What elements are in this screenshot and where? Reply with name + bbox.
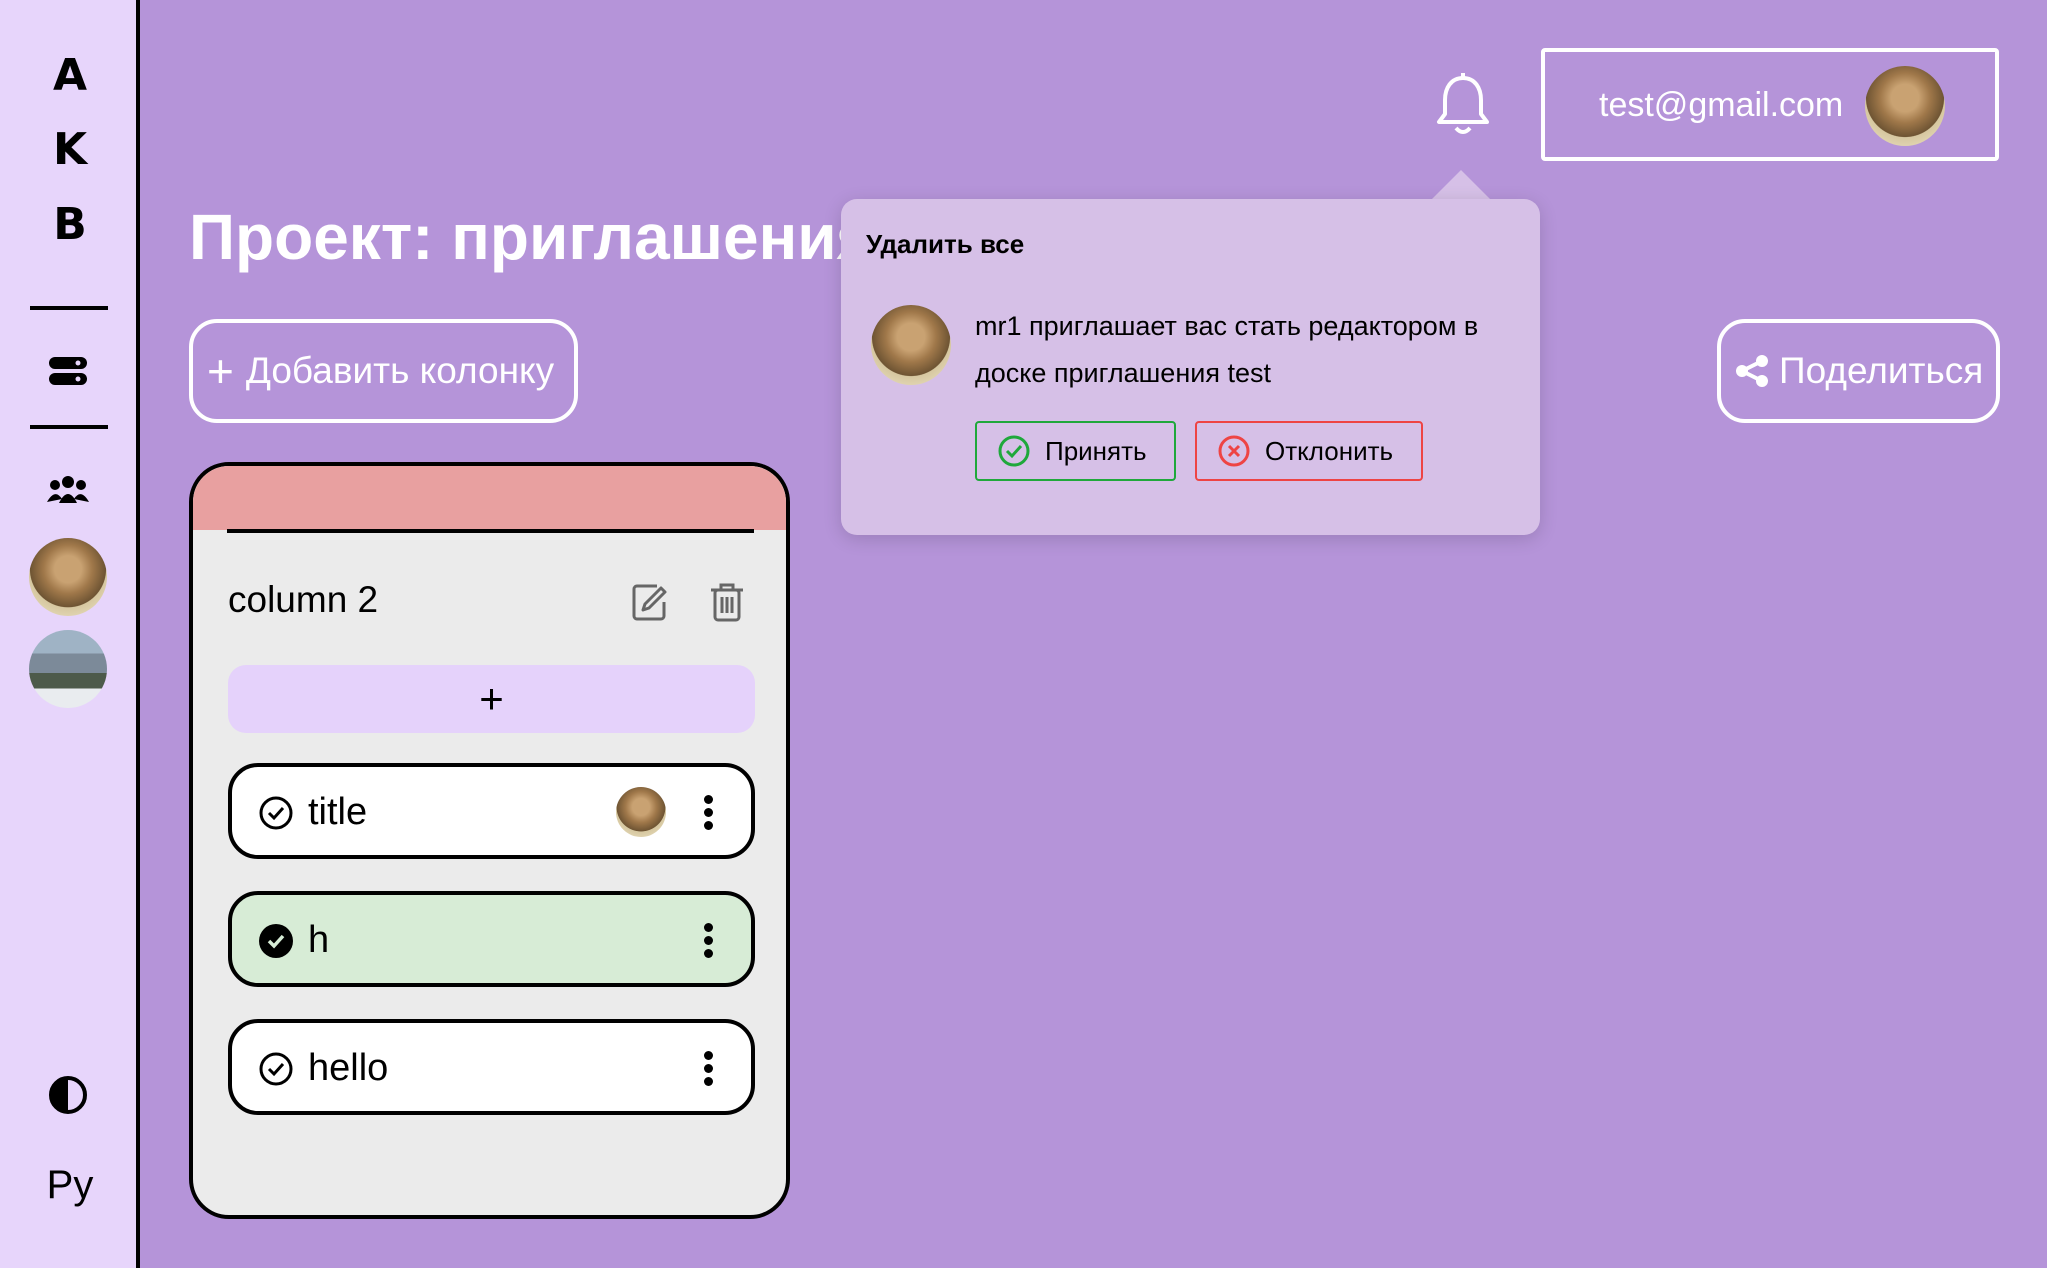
popover-arrow xyxy=(1431,170,1491,200)
decline-button[interactable]: Отклонить xyxy=(1195,421,1423,481)
logo-letter-a: A xyxy=(52,50,88,101)
language-switch[interactable]: Ру xyxy=(0,1163,140,1208)
more-vertical-icon[interactable] xyxy=(702,923,714,959)
logo-letter-k: K xyxy=(52,124,88,175)
team-icon[interactable] xyxy=(44,466,92,514)
task-card[interactable]: title xyxy=(228,763,755,859)
task-title: h xyxy=(308,919,330,961)
more-vertical-icon[interactable] xyxy=(702,1051,714,1087)
theme-toggle-icon[interactable] xyxy=(44,1071,92,1119)
task-card[interactable]: hello xyxy=(228,1019,755,1115)
decline-label: Отклонить xyxy=(1265,435,1394,466)
boards-icon[interactable] xyxy=(44,347,92,395)
plus-icon: + xyxy=(207,345,234,397)
sidebar-divider xyxy=(30,425,108,429)
check-circle-icon[interactable] xyxy=(258,1051,294,1087)
task-card[interactable]: h xyxy=(228,891,755,987)
column-divider xyxy=(227,529,754,533)
share-label: Поделиться xyxy=(1779,350,1984,391)
add-column-button[interactable]: + Добавить колонку xyxy=(189,319,578,423)
column-title: column 2 xyxy=(228,579,379,620)
column-color-header xyxy=(193,466,786,530)
more-vertical-icon[interactable] xyxy=(702,795,714,831)
delete-all-button[interactable]: Удалить все xyxy=(866,229,1024,260)
edit-icon[interactable] xyxy=(631,582,671,622)
task-title: title xyxy=(308,791,368,833)
user-email: test@gmail.com xyxy=(1599,86,1844,124)
add-column-label: Добавить колонку xyxy=(245,350,555,391)
check-circle-icon[interactable] xyxy=(258,795,294,831)
kanban-column: column 2 + title h hello xyxy=(189,462,790,1219)
assignee-avatar xyxy=(616,787,666,837)
user-profile-chip[interactable]: test@gmail.com xyxy=(1541,48,1999,161)
bell-icon[interactable] xyxy=(1433,72,1493,138)
close-circle-icon xyxy=(1218,435,1250,467)
add-task-button[interactable]: + xyxy=(228,665,755,733)
logo-letter-b: B xyxy=(53,199,87,250)
accept-label: Принять xyxy=(1045,435,1147,466)
notifications-popover: Удалить все mr1 приглашает вас стать ред… xyxy=(841,199,1540,535)
user-avatar xyxy=(1865,66,1945,146)
check-circle-filled-icon[interactable] xyxy=(258,923,294,959)
member-avatar[interactable] xyxy=(29,538,107,616)
check-circle-icon xyxy=(998,435,1030,467)
share-button[interactable]: Поделиться xyxy=(1717,319,2000,423)
member-avatar[interactable] xyxy=(29,630,107,708)
share-icon xyxy=(1736,355,1768,387)
sidebar: A K B Ру xyxy=(0,0,140,1268)
task-title: hello xyxy=(308,1047,389,1089)
sender-avatar xyxy=(871,305,951,385)
trash-icon[interactable] xyxy=(709,582,745,622)
accept-button[interactable]: Принять xyxy=(975,421,1176,481)
sidebar-divider xyxy=(30,306,108,310)
notification-message: mr1 приглашает вас стать редактором в до… xyxy=(975,311,1479,388)
